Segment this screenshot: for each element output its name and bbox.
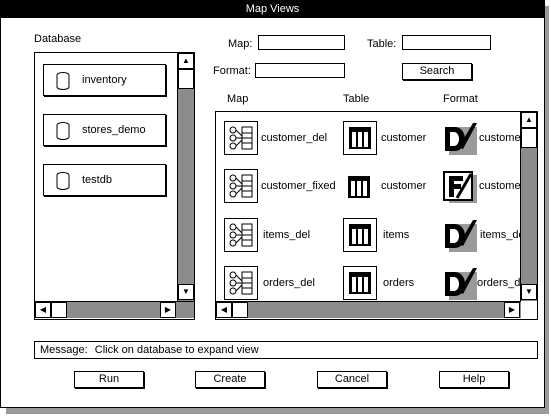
create-button[interactable]: Create [195,371,265,388]
database-item-inventory[interactable]: inventory [43,64,166,96]
map-name: customer_fixed [261,180,336,192]
table-name: orders [383,277,415,289]
down-arrow-icon[interactable]: ▼ [521,284,537,300]
scroll-thumb[interactable] [51,302,67,318]
results-vertical-scrollbar[interactable]: ▲ ▼ [520,112,537,301]
map-view-row[interactable]: items_del items items_del [216,212,527,260]
map-views-list[interactable]: customer_del customer customer_del [215,111,538,320]
database-cylinder-icon [56,172,70,190]
database-horizontal-scrollbar[interactable]: ◀ ▶ [35,301,194,318]
table-column-header: Table [343,93,370,105]
format-field-label: Format: [213,65,251,77]
table-icon [343,121,377,155]
map-column-header: Map [227,93,249,105]
database-item-stores-demo[interactable]: stores_demo [43,114,166,146]
table-name: customer [381,132,427,144]
cancel-button[interactable]: Cancel [317,371,387,388]
database-item-testdb[interactable]: testdb [43,164,166,196]
left-arrow-icon[interactable]: ◀ [216,302,232,318]
run-button[interactable]: Run [74,371,144,388]
map-view-row[interactable]: customer_del customer customer_del [216,112,537,160]
database-name: inventory [82,74,127,86]
database-vertical-scrollbar[interactable]: ▲ ▼ [177,53,194,301]
scroll-thumb[interactable] [178,69,194,89]
map-icon [224,169,258,203]
database-cylinder-icon [56,72,70,90]
message-label: Message: [40,344,88,356]
map-views-window: Map Views Database inventory stores_demo… [0,0,545,408]
message-text: Click on database to expand view [94,344,259,356]
help-button[interactable]: Help [439,371,509,388]
fixed-format-icon [443,171,477,203]
window-title: Map Views [1,1,544,18]
delimited-format-icon [445,123,477,155]
map-name: items_del [263,229,311,241]
map-field-label: Map: [228,38,253,50]
database-cylinder-icon [56,122,70,140]
results-horizontal-scrollbar[interactable]: ◀ ▶ [216,301,521,318]
table-name: items [383,229,410,241]
database-name: stores_demo [82,124,146,136]
right-arrow-icon[interactable]: ▶ [504,302,520,318]
map-view-row[interactable]: customer_fixed customer customer_fixed [216,164,537,212]
database-list[interactable]: inventory stores_demo testdb ▲ ▼ ◀ ▶ [34,52,195,320]
format-input[interactable] [255,63,345,78]
map-icon [224,218,258,252]
database-name: testdb [82,174,112,186]
format-column-header: Format [443,93,478,105]
map-name: orders_del [263,277,315,289]
message-bar: Message: Click on database to expand vie… [34,341,538,359]
table-icon [343,169,377,203]
down-arrow-icon[interactable]: ▼ [178,284,194,300]
map-input[interactable] [258,35,345,50]
table-input[interactable] [402,35,491,50]
scroll-thumb[interactable] [232,302,248,318]
scroll-thumb[interactable] [521,128,537,148]
map-name: customer_del [261,132,328,144]
table-icon [343,266,377,300]
left-arrow-icon[interactable]: ◀ [35,302,51,318]
table-icon [343,218,377,252]
delimited-format-icon [445,220,477,252]
database-label: Database [34,33,82,45]
map-view-row[interactable]: orders_del orders orders_del [216,260,529,302]
right-arrow-icon[interactable]: ▶ [160,302,176,318]
up-arrow-icon[interactable]: ▲ [178,53,194,69]
search-button[interactable]: Search [402,63,472,80]
table-name: customer [381,180,427,192]
table-field-label: Table: [367,38,397,50]
delimited-format-icon [445,268,477,300]
map-icon [224,121,258,155]
map-icon [224,266,258,300]
up-arrow-icon[interactable]: ▲ [521,112,537,128]
